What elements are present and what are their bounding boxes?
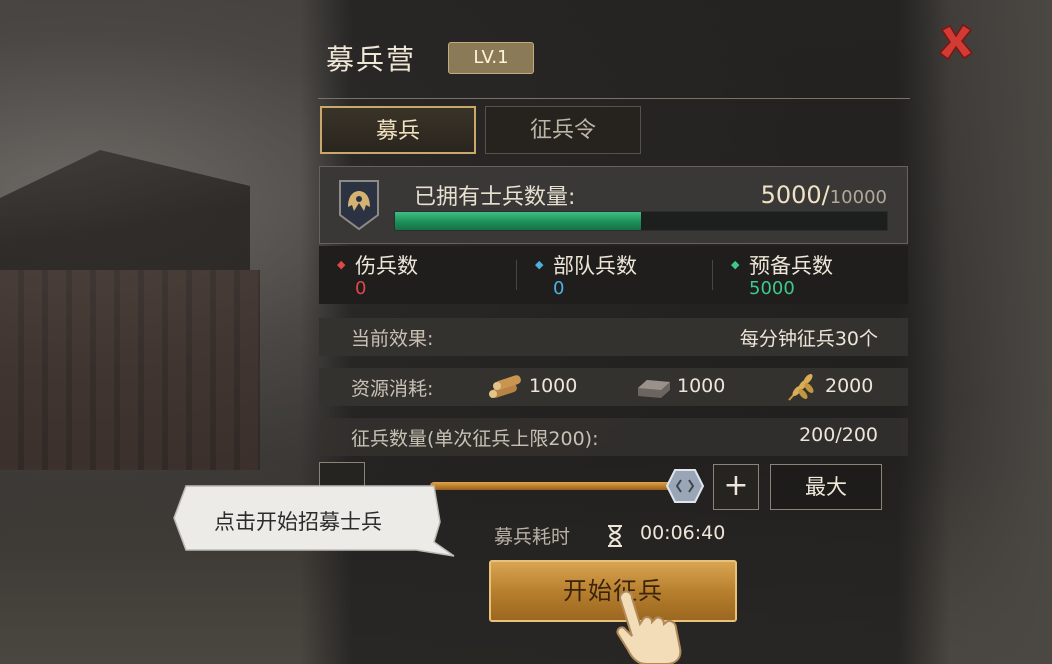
resource-wood-amount: 1000 <box>529 375 578 397</box>
owned-soldiers-count: 5000/10000 <box>761 181 887 209</box>
stat-divider <box>712 260 713 290</box>
recruit-count-value: 200/200 <box>799 424 878 446</box>
resource-row: 资源消耗: 1000 1000 2000 <box>319 368 908 406</box>
effect-row: 当前效果: 每分钟征兵30个 <box>319 318 908 356</box>
level-badge: LV.1 <box>448 42 534 74</box>
wood-icon <box>489 375 521 398</box>
army-badge-icon <box>339 180 379 231</box>
green-diamond-icon: ◆ <box>731 258 740 271</box>
palace-building <box>0 270 260 470</box>
stat-army-label: 部队兵数 <box>553 254 637 278</box>
recruit-count-label: 征兵数量(单次征兵上限200): <box>351 428 599 450</box>
grain-icon <box>788 374 814 401</box>
iron-icon <box>638 380 670 398</box>
stat-army-value: 0 <box>553 278 565 299</box>
stat-wounded-value: 0 <box>355 278 367 299</box>
troop-stats: ◆ 伤兵数 0 ◆ 部队兵数 0 ◆ 预备兵数 5000 <box>319 246 908 304</box>
owned-capacity: 10000 <box>829 187 887 208</box>
tooltip-text: 点击开始招募士兵 <box>214 510 382 534</box>
max-button[interactable]: 最大 <box>770 464 882 510</box>
effect-value: 每分钟征兵30个 <box>739 328 878 350</box>
stat-reserve-label: 预备兵数 <box>749 254 833 278</box>
resource-iron-amount: 1000 <box>677 375 726 397</box>
effect-label: 当前效果: <box>351 328 434 350</box>
recruit-slider[interactable] <box>430 482 686 490</box>
stat-reserve: ◆ 预备兵数 5000 <box>731 248 921 302</box>
stat-wounded-label: 伤兵数 <box>355 254 418 278</box>
resource-wood: 1000 <box>487 370 587 404</box>
hourglass-icon <box>608 525 622 547</box>
stat-army: ◆ 部队兵数 0 <box>535 248 725 302</box>
plus-button[interactable]: + <box>713 464 759 510</box>
title-divider <box>318 98 910 99</box>
pointing-hand-icon <box>616 590 682 664</box>
resource-grain-amount: 2000 <box>825 375 874 397</box>
resource-label: 资源消耗: <box>351 378 434 400</box>
tab-recruit[interactable]: 募兵 <box>320 106 476 154</box>
soldier-progress-bar <box>394 211 888 231</box>
resource-iron: 1000 <box>635 370 735 404</box>
stat-reserve-value: 5000 <box>749 278 795 299</box>
stat-wounded: ◆ 伤兵数 0 <box>337 248 527 302</box>
blue-diamond-icon: ◆ <box>535 258 544 271</box>
recruit-count-row: 征兵数量(单次征兵上限200): 200/200 <box>319 418 908 456</box>
stat-divider <box>516 260 517 290</box>
soldier-progress-fill <box>395 212 641 230</box>
tab-conscription-order[interactable]: 征兵令 <box>485 106 641 154</box>
owned-current: 5000/ <box>760 181 830 209</box>
close-icon[interactable] <box>936 22 976 62</box>
soldier-count-box: 已拥有士兵数量: 5000/10000 <box>319 166 908 244</box>
slider-handle-icon[interactable] <box>665 468 705 504</box>
duration-value: 00:06:40 <box>640 522 726 544</box>
page-title: 募兵营 <box>326 43 417 76</box>
resource-grain: 2000 <box>783 370 883 404</box>
pagoda-roof <box>0 150 250 270</box>
duration-label: 募兵耗时 <box>494 526 571 548</box>
red-diamond-icon: ◆ <box>337 258 346 271</box>
owned-soldiers-label: 已拥有士兵数量: <box>414 185 576 210</box>
